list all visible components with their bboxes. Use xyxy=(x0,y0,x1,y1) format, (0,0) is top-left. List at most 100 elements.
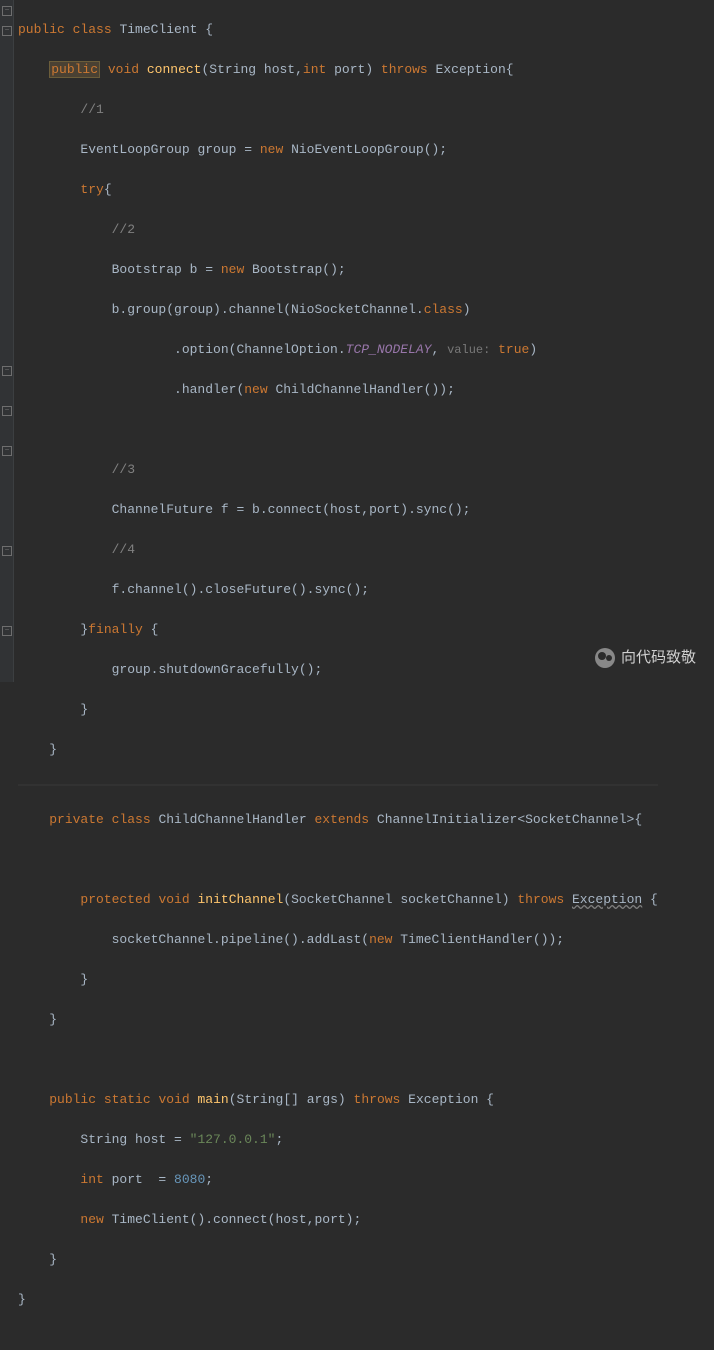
text: String host = xyxy=(80,1132,189,1147)
code-line[interactable]: public class TimeClient { xyxy=(18,20,658,40)
code-line[interactable]: String host = "127.0.0.1"; xyxy=(18,1130,658,1150)
code-line[interactable]: } xyxy=(18,970,658,990)
text: } xyxy=(80,702,88,717)
text: ChannelInitializer<SocketChannel>{ xyxy=(369,812,642,827)
code-line[interactable]: f.channel().closeFuture().sync(); xyxy=(18,580,658,600)
text: TimeClient().connect(host,port); xyxy=(104,1212,361,1227)
keyword: new xyxy=(260,142,283,157)
params: (String host, xyxy=(201,62,302,77)
text: { xyxy=(143,622,159,637)
text: port = xyxy=(104,1172,174,1187)
code-line[interactable]: //3 xyxy=(18,460,658,480)
text: .handler( xyxy=(174,382,244,397)
text: f.channel().closeFuture().sync(); xyxy=(112,582,369,597)
text: ) xyxy=(529,342,537,357)
code-line[interactable]: } xyxy=(18,1010,658,1030)
watermark: 向代码致敬 xyxy=(595,648,696,668)
code-line[interactable]: public void connect(String host,int port… xyxy=(18,60,658,80)
code-line[interactable] xyxy=(18,850,658,870)
text: .option(ChannelOption. xyxy=(174,342,346,357)
fold-icon[interactable]: − xyxy=(2,26,12,36)
code-line[interactable]: EventLoopGroup group = new NioEventLoopG… xyxy=(18,140,658,160)
text: TimeClientHandler()); xyxy=(392,932,564,947)
text: , xyxy=(432,342,448,357)
keyword: void xyxy=(158,892,189,907)
code-line[interactable] xyxy=(18,420,658,440)
fold-icon[interactable]: − xyxy=(2,6,12,16)
code-line[interactable]: } xyxy=(18,740,658,760)
code-line[interactable]: group.shutdownGracefully(); xyxy=(18,660,658,680)
keyword: int xyxy=(80,1172,103,1187)
code-line[interactable]: protected void initChannel(SocketChannel… xyxy=(18,890,658,910)
text: { xyxy=(642,892,658,907)
gutter: − − − − − − − xyxy=(0,0,14,682)
keyword: throws xyxy=(354,1092,401,1107)
text: } xyxy=(49,742,57,757)
keyword: void xyxy=(158,1092,189,1107)
text: ) xyxy=(463,302,471,317)
code-line[interactable]: public static void main(String[] args) t… xyxy=(18,1090,658,1110)
comment: //2 xyxy=(112,222,135,237)
keyword: true xyxy=(490,342,529,357)
keyword: protected xyxy=(80,892,150,907)
wechat-icon xyxy=(595,648,615,668)
text: ChildChannelHandler()); xyxy=(268,382,455,397)
code-line[interactable]: b.group(group).channel(NioSocketChannel.… xyxy=(18,300,658,320)
fold-icon[interactable]: − xyxy=(2,366,12,376)
method-name: connect xyxy=(147,62,202,77)
keyword: new xyxy=(80,1212,103,1227)
fold-icon[interactable]: − xyxy=(2,546,12,556)
keyword: throws xyxy=(517,892,564,907)
code-line[interactable]: } xyxy=(18,1250,658,1270)
keyword: class xyxy=(73,22,112,37)
text: ; xyxy=(275,1132,283,1147)
keyword: throws xyxy=(381,62,428,77)
code-line[interactable]: socketChannel.pipeline().addLast(new Tim… xyxy=(18,930,658,950)
exception-warning: Exception xyxy=(572,892,642,907)
params: port) xyxy=(326,62,381,77)
comment: //3 xyxy=(112,462,135,477)
code-line[interactable]: .handler(new ChildChannelHandler()); xyxy=(18,380,658,400)
code-area[interactable]: public class TimeClient { public void co… xyxy=(14,0,658,682)
params: (String[] args) xyxy=(229,1092,354,1107)
text: Bootstrap(); xyxy=(244,262,345,277)
code-line[interactable]: //1 xyxy=(18,100,658,120)
code-line[interactable]: //4 xyxy=(18,540,658,560)
code-line[interactable]: int port = 8080; xyxy=(18,1170,658,1190)
code-line[interactable]: //2 xyxy=(18,220,658,240)
keyword: void xyxy=(108,62,139,77)
code-line[interactable]: } xyxy=(18,1290,658,1310)
text: Exception{ xyxy=(428,62,514,77)
fold-icon[interactable]: − xyxy=(2,446,12,456)
text: } xyxy=(80,972,88,987)
code-line[interactable]: }finally { xyxy=(18,620,658,640)
fold-icon[interactable]: − xyxy=(2,626,12,636)
code-line[interactable]: ChannelFuture f = b.connect(host,port).s… xyxy=(18,500,658,520)
keyword-highlighted: public xyxy=(49,61,100,78)
code-line[interactable]: Bootstrap b = new Bootstrap(); xyxy=(18,260,658,280)
number-literal: 8080 xyxy=(174,1172,205,1187)
keyword: class xyxy=(112,812,151,827)
keyword: int xyxy=(303,62,326,77)
method-name: initChannel xyxy=(197,892,283,907)
keyword: public xyxy=(49,1092,96,1107)
keyword: private xyxy=(49,812,104,827)
code-editor[interactable]: − − − − − − − public class TimeClient { … xyxy=(0,0,714,682)
watermark-text: 向代码致敬 xyxy=(621,648,696,668)
params: (SocketChannel socketChannel) xyxy=(283,892,517,907)
code-line[interactable] xyxy=(18,1050,658,1070)
fold-icon[interactable]: − xyxy=(2,406,12,416)
method-name: main xyxy=(198,1092,229,1107)
code-line[interactable]: } xyxy=(18,700,658,720)
keyword: static xyxy=(104,1092,151,1107)
code-line[interactable]: new TimeClient().connect(host,port); xyxy=(18,1210,658,1230)
code-line[interactable]: .option(ChannelOption.TCP_NODELAY, value… xyxy=(18,340,658,360)
code-line[interactable]: private class ChildChannelHandler extend… xyxy=(18,810,658,830)
code-line[interactable]: try{ xyxy=(18,180,658,200)
comment: //1 xyxy=(80,102,103,117)
text: b.group(group).channel(NioSocketChannel. xyxy=(112,302,424,317)
keyword: new xyxy=(369,932,392,947)
inline-hint: value: xyxy=(447,343,490,357)
text: Bootstrap b = xyxy=(112,262,221,277)
keyword: finally xyxy=(88,622,143,637)
